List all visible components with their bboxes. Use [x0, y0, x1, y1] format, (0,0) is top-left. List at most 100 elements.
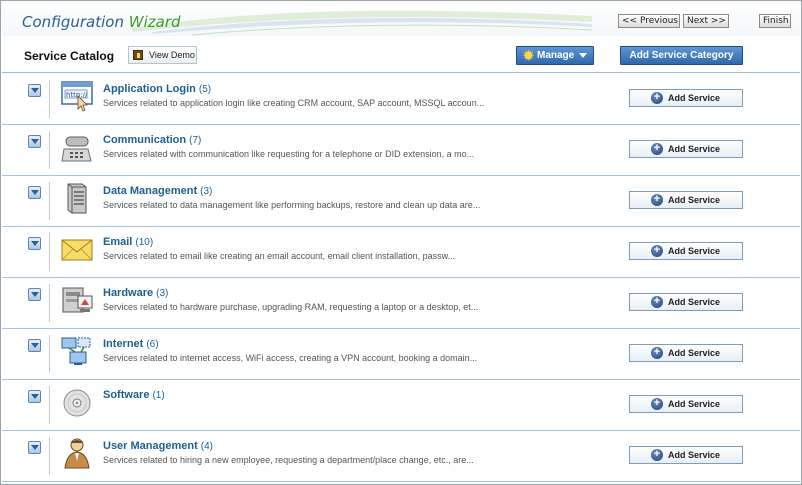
category-name-text[interactable]: Email [103, 236, 132, 248]
add-service-label: Add Service [668, 348, 721, 358]
add-service-label: Add Service [668, 93, 721, 103]
add-service-label: Add Service [668, 144, 721, 154]
wizard-title-part1: Configuration [22, 13, 124, 31]
category-count: (5) [198, 84, 212, 95]
configuration-wizard-window: Configuration Wizard << Previous Next >>… [0, 0, 802, 485]
row-divider [49, 233, 50, 271]
add-service-button[interactable]: + Add Service [629, 446, 743, 464]
add-service-label: Add Service [668, 297, 721, 307]
category-description: Services related with communication like… [103, 149, 475, 159]
row-divider [49, 182, 50, 220]
manage-dropdown-button[interactable]: ✹ Manage [516, 46, 594, 65]
envelope-icon [60, 233, 94, 265]
category-name-text[interactable]: Application Login [103, 83, 196, 95]
category-description: Services related to data management like… [103, 200, 481, 210]
svg-text:http://: http:// [66, 91, 88, 99]
category-count: (3) [156, 288, 169, 299]
category-name-text[interactable]: Data Management [103, 185, 197, 197]
wizard-title-part2: Wizard [128, 13, 181, 31]
plus-icon: + [651, 296, 663, 308]
category-row: Email (10) Services related to email like… [2, 227, 800, 278]
add-service-button[interactable]: + Add Service [629, 242, 743, 260]
category-description: Services related to internet access, WiF… [103, 353, 478, 363]
category-name-text[interactable]: Communication [103, 134, 186, 146]
catalog-toolbar: Service Catalog View Demo ✹ Manage Add S… [2, 37, 800, 73]
add-service-button[interactable]: + Add Service [629, 344, 743, 362]
category-name-text[interactable]: Hardware [103, 287, 153, 299]
category-name[interactable]: Internet (6) [103, 338, 159, 350]
category-count: (7) [189, 135, 202, 146]
category-row: Data Management (3) Services related to d… [2, 176, 800, 227]
gear-icon: ✹ [523, 48, 534, 63]
plus-icon: + [651, 449, 663, 461]
row-divider [49, 80, 50, 118]
row-divider [49, 335, 50, 373]
category-description: Services related to email like creating … [103, 251, 456, 261]
row-divider [49, 131, 50, 169]
category-description: Services related to hiring a new employe… [103, 455, 474, 465]
add-service-category-button[interactable]: Add Service Category [620, 46, 743, 65]
hardware-icon [60, 284, 94, 316]
category-row: Software (1) + Add Service [2, 380, 800, 431]
category-row: Hardware (3) Services related to hardware… [2, 278, 800, 329]
category-name[interactable]: Data Management (3) [103, 185, 212, 197]
network-icon [60, 335, 94, 367]
service-category-list: http:// Application Login (5) Services re… [2, 74, 800, 482]
expand-toggle-icon[interactable] [28, 237, 41, 250]
page-title: Service Catalog [24, 49, 115, 63]
category-description: Services related to application login li… [103, 98, 485, 108]
expand-toggle-icon[interactable] [28, 135, 41, 148]
view-demo-label: View Demo [149, 50, 195, 60]
header-swoosh-decoration [132, 10, 592, 36]
add-service-button[interactable]: + Add Service [629, 293, 743, 311]
category-name[interactable]: User Management (4) [103, 440, 213, 452]
plus-icon: + [651, 194, 663, 206]
plus-icon: + [651, 347, 663, 359]
add-service-button[interactable]: + Add Service [629, 140, 743, 158]
plus-icon: + [651, 92, 663, 104]
category-description: Services related to hardware purchase, u… [103, 302, 479, 312]
category-count: (3) [200, 186, 213, 197]
expand-toggle-icon[interactable] [28, 288, 41, 301]
category-name-text[interactable]: Internet [103, 338, 143, 350]
add-service-label: Add Service [668, 246, 721, 256]
expand-toggle-icon[interactable] [28, 84, 41, 97]
expand-toggle-icon[interactable] [28, 441, 41, 454]
expand-toggle-icon[interactable] [28, 339, 41, 352]
row-divider [49, 437, 50, 475]
wizard-header: Configuration Wizard << Previous Next >>… [2, 2, 800, 36]
wizard-title: Configuration Wizard [22, 13, 181, 31]
expand-toggle-icon[interactable] [28, 390, 41, 403]
demo-film-icon [133, 50, 143, 60]
category-name[interactable]: Communication (7) [103, 134, 201, 146]
next-button[interactable]: Next >> [683, 14, 729, 28]
finish-button[interactable]: Finish [759, 14, 791, 28]
add-service-label: Add Service [668, 399, 721, 409]
previous-button[interactable]: << Previous [618, 14, 680, 28]
telephone-icon [60, 131, 94, 163]
add-service-button[interactable]: + Add Service [629, 89, 743, 107]
expand-toggle-icon[interactable] [28, 186, 41, 199]
add-service-button[interactable]: + Add Service [629, 191, 743, 209]
manage-label: Manage [537, 50, 575, 61]
category-name-text[interactable]: User Management [103, 440, 198, 452]
category-name[interactable]: Email (10) [103, 236, 153, 248]
category-name[interactable]: Application Login (5) [103, 83, 211, 95]
category-name[interactable]: Software (1) [103, 389, 165, 401]
category-count: (6) [146, 339, 159, 350]
server-icon [60, 182, 94, 214]
category-count: (4) [200, 441, 213, 452]
category-name[interactable]: Hardware (3) [103, 287, 168, 299]
category-row: Communication (7) Services related with c… [2, 125, 800, 176]
category-row: Internet (6) Services related to internet… [2, 329, 800, 380]
browser-login-icon: http:// [60, 80, 94, 112]
add-service-button[interactable]: + Add Service [629, 395, 743, 413]
add-service-label: Add Service [668, 450, 721, 460]
category-name-text[interactable]: Software [103, 389, 149, 401]
category-count: (1) [152, 390, 165, 401]
view-demo-button[interactable]: View Demo [128, 46, 197, 64]
add-service-label: Add Service [668, 195, 721, 205]
cd-disc-icon [60, 386, 94, 418]
user-icon [60, 437, 94, 469]
category-count: (10) [135, 237, 154, 248]
